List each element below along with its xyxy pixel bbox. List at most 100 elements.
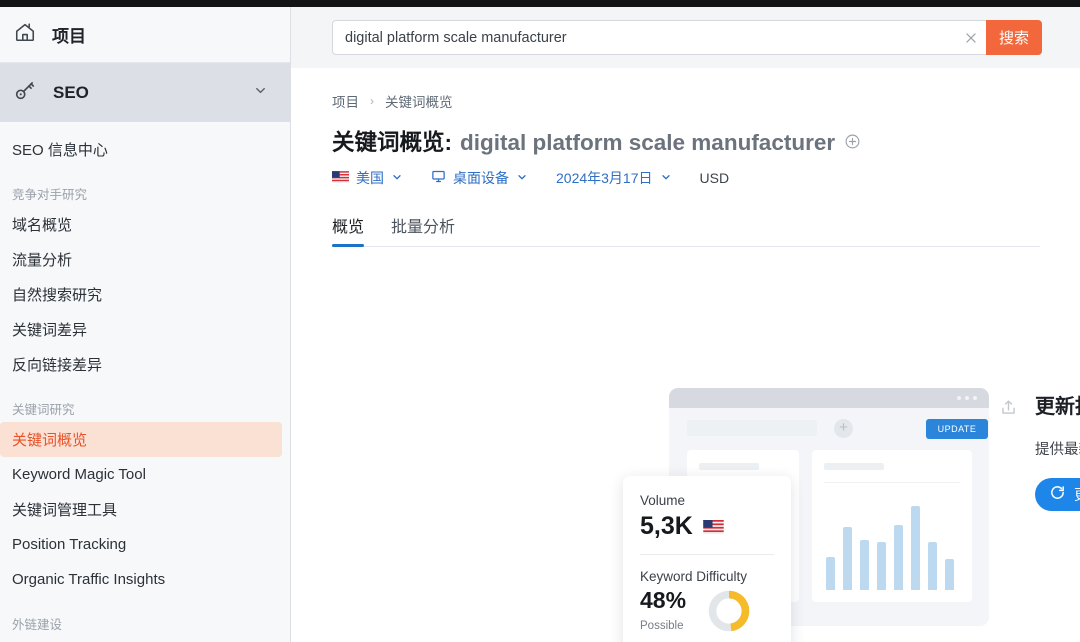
page-title-keyword: digital platform scale manufacturer: [460, 130, 835, 156]
sidebar-item-seo-dashboard[interactable]: SEO 信息中心: [0, 132, 290, 167]
sidebar-item-label: 关键词管理工具: [12, 499, 117, 520]
placeholder-bar: [824, 463, 884, 470]
placeholder-bar: [699, 463, 759, 470]
page-title: 关键词概览: digital platform scale manufactur…: [291, 111, 1080, 157]
update-metrics-description: 提供最新的关键词数据。: [1035, 438, 1080, 459]
sidebar-item-label: 自然搜索研究: [12, 284, 102, 305]
sidebar-item-keyword-gap[interactable]: 关键词差异: [0, 312, 290, 347]
sidebar-item-label: SEO 信息中心: [12, 139, 108, 160]
meta-filters: 美国 桌面设备 2024年3月17日: [291, 157, 1080, 188]
plus-circle-icon[interactable]: [844, 133, 861, 155]
update-metrics-button[interactable]: 更新指标 473/1,000: [1035, 478, 1080, 511]
mock-toolbar: + UPDATE: [669, 408, 989, 450]
breadcrumb: 项目 › 关键词概览: [291, 68, 1080, 111]
home-icon: [14, 21, 36, 48]
bar-6: [911, 506, 920, 591]
sidebar-item-label: Position Tracking: [12, 536, 126, 553]
sidebar-item-projects[interactable]: 项目: [0, 7, 290, 63]
search-box: 搜索: [332, 20, 1042, 55]
sidebar-item-label: 反向链接差异: [12, 354, 102, 375]
chevron-right-icon: ›: [370, 94, 374, 108]
update-metrics-button-label: 更新指标: [1074, 484, 1080, 505]
sidebar-item-organic-research[interactable]: 自然搜索研究: [0, 277, 290, 312]
tab-bulk-analysis[interactable]: 批量分析: [391, 213, 455, 246]
device-label: 桌面设备: [453, 168, 509, 188]
content-panel: 项目 › 关键词概览 关键词概览: digital platform scale…: [291, 68, 1080, 642]
chevron-down-icon: [391, 170, 403, 186]
chevron-down-icon: [660, 170, 672, 186]
divider: [824, 482, 960, 483]
country-selector[interactable]: 美国: [332, 168, 403, 188]
bar-5: [894, 525, 903, 590]
page-title-prefix: 关键词概览:: [332, 125, 452, 157]
bar-2: [843, 527, 852, 590]
sidebar-item-organic-traffic-insights[interactable]: Organic Traffic Insights: [0, 562, 290, 597]
search-row: 搜索: [291, 7, 1080, 68]
sidebar-item-backlink-gap[interactable]: 反向链接差异: [0, 347, 290, 382]
window-dots-icon: [957, 396, 977, 400]
sidebar-item-traffic-analytics[interactable]: 流量分析: [0, 242, 290, 277]
sidebar-section-seo[interactable]: SEO: [0, 63, 290, 122]
country-label: 美国: [356, 168, 384, 188]
app-window: 项目 SEO SEO 信息中心 竞争: [0, 0, 1080, 642]
mock-panel-right: [812, 450, 972, 602]
mock-search-field: [687, 420, 817, 436]
volume-value-row: 5,3K: [640, 512, 791, 541]
mock-window-titlebar: [669, 388, 989, 408]
bar-4: [877, 542, 886, 590]
spacer: [0, 382, 290, 391]
browser-top-strip: [0, 0, 1080, 7]
sidebar-item-keyword-magic-tool[interactable]: Keyword Magic Tool: [0, 457, 290, 492]
search-input[interactable]: [333, 21, 956, 54]
desktop-icon: [431, 169, 446, 187]
main-area: 搜索 项目 › 关键词概览 关键词概览: digital platform sc…: [291, 7, 1080, 642]
tab-overview[interactable]: 概览: [332, 213, 364, 246]
refresh-icon: [1049, 484, 1066, 506]
breadcrumb-current: 关键词概览: [385, 91, 453, 111]
bar-7: [928, 542, 937, 590]
device-selector[interactable]: 桌面设备: [431, 168, 528, 188]
bar-3: [860, 540, 869, 590]
bar-8: [945, 559, 954, 590]
sidebar-item-label: 流量分析: [12, 249, 72, 270]
sidebar-item-keyword-overview[interactable]: 关键词概览: [0, 422, 282, 457]
bar-1: [826, 557, 835, 590]
mock-bar-chart: [826, 494, 962, 590]
sidebar-item-projects-label: 项目: [52, 22, 86, 47]
kd-sub-label: Possible: [640, 620, 686, 632]
update-metrics-panel: 更新指标 提供最新的关键词数据。 更新指标 473/1,000: [1035, 390, 1080, 511]
spacer: [0, 167, 290, 176]
close-icon[interactable]: [956, 21, 986, 54]
plus-circle-icon: +: [834, 419, 853, 438]
spacer: [0, 597, 290, 606]
chevron-down-icon: [516, 170, 528, 186]
sidebar-item-domain-overview[interactable]: 域名概览: [0, 207, 290, 242]
search-button[interactable]: 搜索: [986, 20, 1042, 55]
sidebar-group-label: 竞争对手研究: [12, 184, 87, 203]
tab-bar: 概览 批量分析: [332, 211, 1040, 247]
currency-label: USD: [700, 170, 730, 186]
share-icon: [999, 398, 1018, 422]
volume-label: Volume: [640, 493, 791, 508]
kd-value-row: 48% Possible: [640, 584, 791, 639]
metrics-preview-card: Volume 5,3K Keyword Difficulty: [623, 476, 791, 642]
sidebar-item-position-tracking[interactable]: Position Tracking: [0, 527, 290, 562]
volume-value: 5,3K: [640, 512, 693, 541]
date-label: 2024年3月17日: [556, 168, 653, 188]
sidebar-group-competitor-research: 竞争对手研究: [0, 176, 290, 207]
chevron-down-icon[interactable]: [253, 83, 268, 103]
key-icon: [14, 79, 37, 107]
sidebar-item-label: 关键词概览: [12, 429, 87, 450]
kd-text-block: 48% Possible: [640, 584, 686, 632]
currency-value: USD: [700, 170, 730, 186]
sidebar-group-link-building: 外链建设: [0, 606, 290, 637]
mock-update-button: UPDATE: [926, 419, 988, 439]
sidebar-item-keyword-manager[interactable]: 关键词管理工具: [0, 492, 290, 527]
date-selector[interactable]: 2024年3月17日: [556, 168, 672, 188]
sidebar: 项目 SEO SEO 信息中心 竞争: [0, 7, 291, 642]
sidebar-item-label: Keyword Magic Tool: [12, 466, 146, 483]
us-flag-icon: [703, 512, 724, 541]
breadcrumb-root[interactable]: 项目: [332, 91, 359, 111]
sidebar-item-label: 域名概览: [12, 214, 72, 235]
sidebar-group-keyword-research: 关键词研究: [0, 391, 290, 422]
